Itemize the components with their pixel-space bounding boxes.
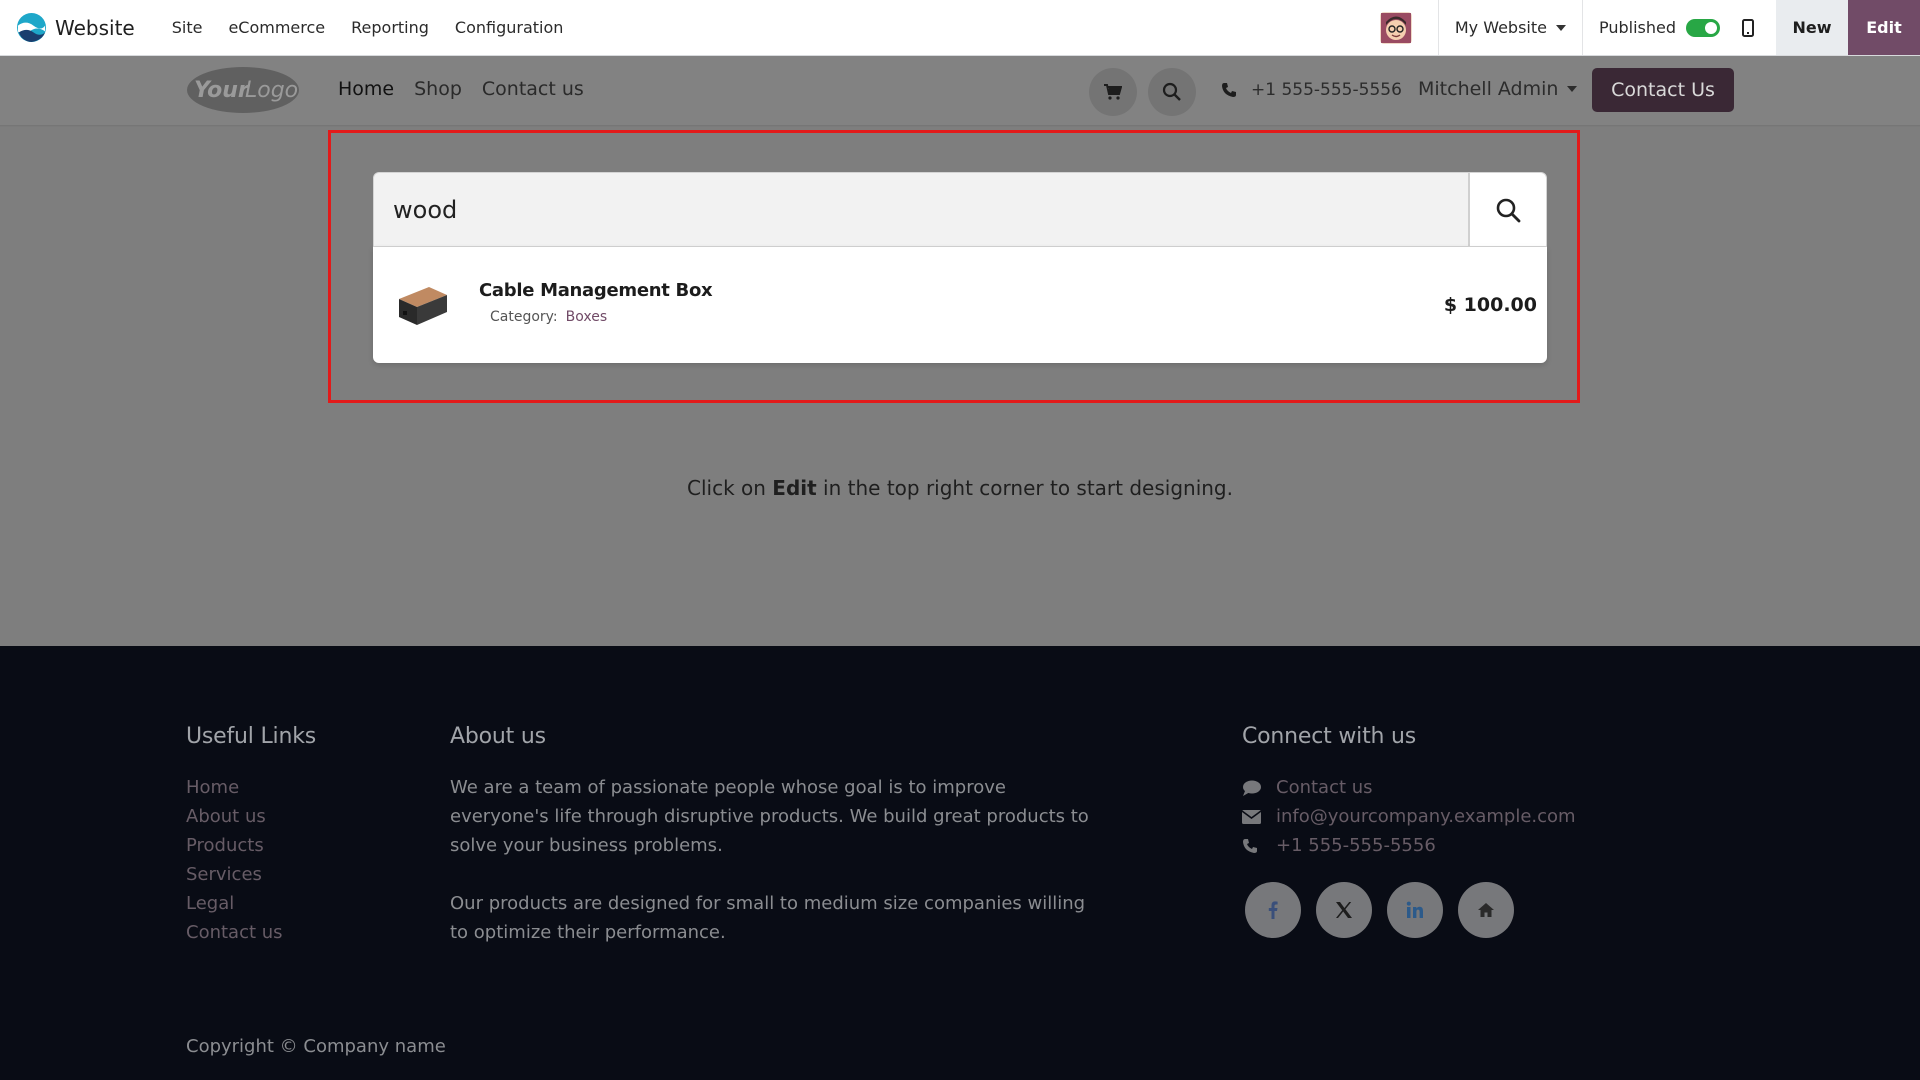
connect-contact-us-label: Contact us [1276, 777, 1373, 798]
avatar-face-icon [1380, 12, 1411, 43]
search-results-dropdown: Cable Management Box Category: Boxes $ 10… [373, 247, 1547, 363]
edit-hint: Click on Edit in the top right corner to… [0, 476, 1920, 500]
social-links [1245, 882, 1529, 938]
footer-link-legal[interactable]: Legal [186, 889, 283, 918]
odoo-top-bar: Website Site eCommerce Reporting Configu… [0, 0, 1920, 56]
top-menu: Site eCommerce Reporting Configuration [159, 18, 577, 37]
search-result-item[interactable]: Cable Management Box Category: Boxes $ 10… [373, 247, 1547, 363]
header-phone-number: +1 555-555-5556 [1251, 80, 1402, 100]
nav-home[interactable]: Home [338, 78, 394, 100]
footer: Useful Links Home About us Products Serv… [0, 646, 1920, 1080]
your-logo[interactable]: Your Logo [186, 66, 300, 114]
caret-down-icon [1567, 86, 1578, 92]
result-category-label: Category: [490, 309, 558, 325]
phone-icon [1242, 838, 1276, 854]
caret-down-icon [1555, 24, 1566, 31]
linkedin-icon[interactable] [1387, 882, 1443, 938]
footer-link-home[interactable]: Home [186, 773, 283, 802]
published-label: Published [1598, 18, 1676, 37]
connect-email-label: info@yourcompany.example.com [1276, 806, 1576, 827]
footer-link-services[interactable]: Services [186, 860, 283, 889]
result-category-link[interactable]: Boxes [566, 309, 608, 325]
x-twitter-icon[interactable] [1316, 882, 1372, 938]
nav-shop[interactable]: Shop [414, 78, 462, 100]
website-app-logo[interactable]: Website [16, 12, 135, 43]
app-name: Website [55, 15, 135, 40]
connect-contact-us[interactable]: Contact us [1242, 773, 1576, 802]
useful-links-list: Home About us Products Services Legal Co… [186, 773, 283, 947]
home-icon[interactable] [1458, 882, 1514, 938]
header-search-button[interactable] [1148, 68, 1196, 116]
menu-ecommerce[interactable]: eCommerce [215, 18, 338, 37]
about-us-text: We are a team of passionate people whose… [450, 773, 1090, 947]
result-category: Category: Boxes [490, 309, 607, 325]
connect-title: Connect with us [1242, 724, 1417, 749]
search-button[interactable] [1468, 173, 1546, 246]
mobile-preview-button[interactable] [1720, 0, 1776, 55]
website-header: Your Logo Home Shop Contact us +1 555-55… [0, 56, 1920, 126]
about-us-title: About us [450, 724, 546, 749]
edit-button[interactable]: Edit [1848, 0, 1920, 55]
svg-text:Your: Your [194, 78, 250, 103]
published-toggle[interactable] [1686, 18, 1720, 37]
cart-button[interactable] [1089, 68, 1137, 116]
menu-reporting[interactable]: Reporting [338, 18, 442, 37]
footer-link-contact-us[interactable]: Contact us [186, 918, 283, 947]
hint-text-start: Click on [687, 476, 773, 500]
search-bar [373, 172, 1547, 247]
website-nav: Home Shop Contact us [338, 78, 604, 100]
mobile-icon [1742, 18, 1754, 37]
facebook-icon[interactable] [1245, 882, 1301, 938]
result-product-name: Cable Management Box [479, 280, 713, 301]
connect-phone[interactable]: +1 555-555-5556 [1242, 831, 1576, 860]
connect-phone-label: +1 555-555-5556 [1276, 835, 1436, 856]
connect-email[interactable]: info@yourcompany.example.com [1242, 802, 1576, 831]
website-selector-label: My Website [1454, 18, 1547, 37]
product-thumbnail [399, 287, 447, 325]
website-selector[interactable]: My Website [1439, 18, 1582, 37]
search-icon [1496, 198, 1521, 222]
svg-text:Logo: Logo [245, 78, 298, 103]
comment-icon [1242, 780, 1276, 796]
user-name: Mitchell Admin [1418, 78, 1559, 100]
about-paragraph-2: Our products are designed for small to m… [450, 893, 1086, 943]
user-menu[interactable]: Mitchell Admin [1418, 78, 1578, 100]
website-app-icon [16, 12, 47, 43]
search-icon [1162, 82, 1181, 101]
user-avatar[interactable] [1379, 11, 1412, 44]
connect-list: Contact us info@yourcompany.example.com … [1242, 773, 1576, 860]
header-phone[interactable]: +1 555-555-5556 [1221, 80, 1402, 100]
hint-text-edit: Edit [772, 476, 817, 500]
nav-contact-us[interactable]: Contact us [482, 78, 584, 100]
footer-link-products[interactable]: Products [186, 831, 283, 860]
header-contact-us-button[interactable]: Contact Us [1592, 68, 1734, 112]
menu-site[interactable]: Site [159, 18, 216, 37]
menu-configuration[interactable]: Configuration [442, 18, 577, 37]
about-paragraph-1: We are a team of passionate people whose… [450, 777, 1089, 856]
top-bar-right: My Website Published New Edit [1379, 0, 1920, 55]
useful-links-title: Useful Links [186, 724, 317, 749]
phone-icon [1222, 83, 1236, 97]
search-input[interactable] [374, 173, 1468, 246]
envelope-icon [1242, 809, 1276, 824]
hint-text-end: in the top right corner to start designi… [816, 476, 1233, 500]
copyright: Copyright © Company name [186, 1036, 446, 1057]
result-price: $ 100.00 [1443, 294, 1537, 316]
new-button[interactable]: New [1776, 0, 1848, 55]
cart-icon [1104, 84, 1122, 100]
published-toggle-group: Published [1583, 18, 1720, 37]
footer-link-about-us[interactable]: About us [186, 802, 283, 831]
